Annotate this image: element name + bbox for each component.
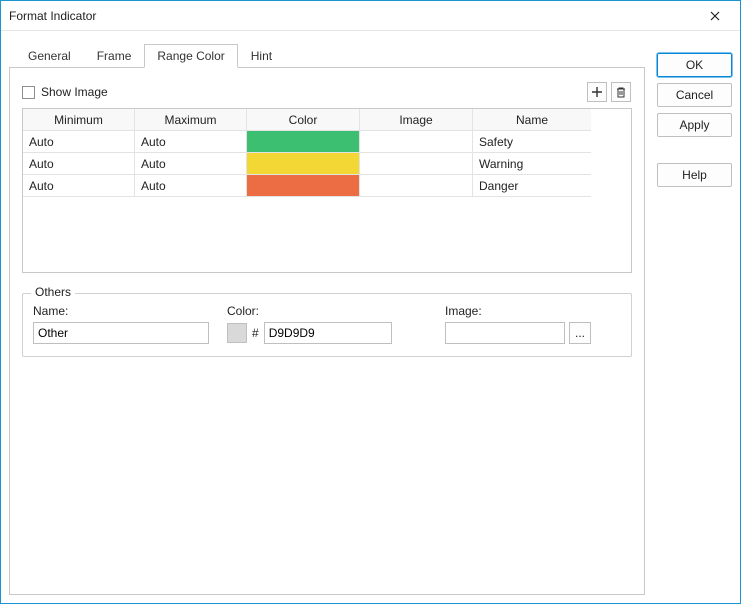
- col-maximum: Maximum: [135, 109, 247, 131]
- others-image-browse-button[interactable]: ...: [569, 322, 591, 344]
- row-color-swatch: [247, 153, 359, 174]
- col-name: Name: [473, 109, 591, 131]
- cell-color[interactable]: [247, 131, 360, 153]
- cell-maximum[interactable]: Auto: [135, 175, 247, 197]
- toolbar-row: Show Image: [22, 82, 632, 102]
- row-color-swatch: [247, 175, 359, 196]
- help-button[interactable]: Help: [657, 163, 732, 187]
- cell-minimum[interactable]: Auto: [23, 153, 135, 175]
- ok-button[interactable]: OK: [657, 53, 732, 77]
- tab-hint[interactable]: Hint: [238, 44, 285, 68]
- table-row[interactable]: AutoAuto Warning: [23, 153, 631, 175]
- cell-image[interactable]: [360, 131, 473, 153]
- grid-header: Minimum Maximum Color Image Name: [23, 109, 631, 131]
- delete-row-button[interactable]: [611, 82, 631, 102]
- col-minimum: Minimum: [23, 109, 135, 131]
- client-area: General Frame Range Color Hint Show Imag…: [1, 31, 740, 603]
- others-name-col: Name:: [33, 304, 209, 344]
- close-icon: [710, 11, 720, 21]
- grid-toolbar: [587, 82, 631, 102]
- grid-body: AutoAutoSafetyAutoAutoWarningAutoAutoDan…: [23, 131, 631, 197]
- checkbox-box: [22, 86, 35, 99]
- tab-range-color[interactable]: Range Color: [144, 44, 237, 68]
- others-row: Name: Color: # Image:: [33, 304, 621, 344]
- others-color-input[interactable]: [264, 322, 392, 344]
- others-color-label: Color:: [227, 304, 427, 318]
- others-image-input[interactable]: [445, 322, 565, 344]
- add-row-button[interactable]: [587, 82, 607, 102]
- hash-symbol: #: [252, 326, 259, 340]
- cell-name[interactable]: Danger: [473, 175, 591, 197]
- titlebar: Format Indicator: [1, 1, 740, 31]
- col-color: Color: [247, 109, 360, 131]
- others-color-swatch[interactable]: [227, 323, 247, 343]
- close-button[interactable]: [698, 5, 732, 27]
- tab-strip: General Frame Range Color Hint: [9, 41, 645, 68]
- apply-button[interactable]: Apply: [657, 113, 732, 137]
- table-row[interactable]: AutoAuto Safety: [23, 131, 631, 153]
- format-indicator-window: Format Indicator General Frame Range Col…: [0, 0, 741, 604]
- cancel-button[interactable]: Cancel: [657, 83, 732, 107]
- others-name-label: Name:: [33, 304, 209, 318]
- tab-frame[interactable]: Frame: [84, 44, 145, 68]
- cell-color[interactable]: [247, 175, 360, 197]
- cell-name[interactable]: Warning: [473, 153, 591, 175]
- ranges-grid[interactable]: Minimum Maximum Color Image Name AutoAut…: [22, 108, 632, 273]
- ellipsis-icon: ...: [575, 326, 585, 340]
- cell-minimum[interactable]: Auto: [23, 175, 135, 197]
- dialog-buttons: OK Cancel Apply Help: [657, 37, 732, 595]
- show-image-checkbox[interactable]: Show Image: [22, 85, 108, 99]
- show-image-label: Show Image: [41, 85, 108, 99]
- cell-image[interactable]: [360, 175, 473, 197]
- row-color-swatch: [247, 131, 359, 152]
- others-image-col: Image: ...: [445, 304, 621, 344]
- others-image-row: ...: [445, 322, 621, 344]
- others-legend: Others: [31, 285, 75, 299]
- tab-general[interactable]: General: [15, 44, 84, 68]
- main-area: General Frame Range Color Hint Show Imag…: [9, 37, 645, 595]
- others-color-line: #: [227, 322, 427, 344]
- others-color-col: Color: #: [227, 304, 427, 344]
- cell-minimum[interactable]: Auto: [23, 131, 135, 153]
- cell-color[interactable]: [247, 153, 360, 175]
- cell-maximum[interactable]: Auto: [135, 153, 247, 175]
- others-group: Others Name: Color: #: [22, 293, 632, 357]
- others-name-input[interactable]: [33, 322, 209, 344]
- cell-maximum[interactable]: Auto: [135, 131, 247, 153]
- cell-image[interactable]: [360, 153, 473, 175]
- tab-panel-range-color: Show Image: [9, 68, 645, 595]
- others-image-label: Image:: [445, 304, 621, 318]
- col-image: Image: [360, 109, 473, 131]
- trash-icon: [615, 86, 627, 98]
- cell-name[interactable]: Safety: [473, 131, 591, 153]
- window-title: Format Indicator: [9, 9, 96, 23]
- table-row[interactable]: AutoAuto Danger: [23, 175, 631, 197]
- plus-icon: [591, 86, 603, 98]
